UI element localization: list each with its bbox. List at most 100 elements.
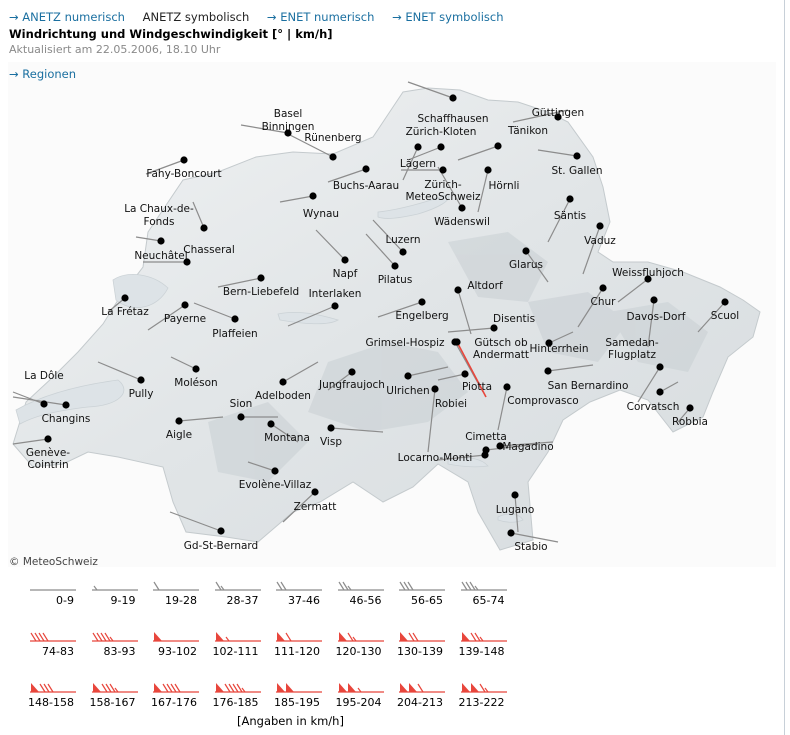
- legend-range-label: 65-74: [472, 594, 505, 607]
- legend-range-label: 102-111: [212, 645, 259, 658]
- legend-item-111-120: 111-120: [266, 629, 326, 669]
- station-dot-changins: [62, 401, 70, 409]
- station-label-hinterrhein: Hinterrhein: [530, 343, 589, 355]
- station-dot-hornli: [484, 166, 492, 174]
- station-dot-disentis: [490, 324, 498, 332]
- legend-range-label: 37-46: [288, 594, 320, 607]
- station-dot-interlaken: [331, 302, 339, 310]
- update-timestamp: Aktualisiert am 22.05.2006, 18.10 Uhr: [9, 43, 221, 56]
- legend-item-148-158: 148-158: [20, 680, 80, 720]
- regions-link[interactable]: → Regionen: [9, 67, 76, 81]
- station-label-altdorf: Altdorf: [467, 280, 503, 292]
- station-dot-adelboden: [279, 378, 287, 386]
- station-dot-piotta: [461, 370, 469, 378]
- station-label-la-chaux-de-fonds: La Chaux-de-: [124, 203, 194, 215]
- station-dot-evolene-villaz: [271, 467, 279, 475]
- station-label-basel-binningen: Basel: [274, 108, 303, 120]
- tab-navigation: → ANETZ numerisch ANETZ symbolisch → ENE…: [9, 10, 518, 24]
- legend-range-label: 9-19: [110, 594, 136, 607]
- station-dot-engelberg: [418, 298, 426, 306]
- station-label-jungfraujoch: Jungfraujoch: [318, 379, 385, 391]
- station-label-zermatt: Zermatt: [294, 501, 337, 513]
- switzerland-map-svg: Güttingen Schaffhausen RünenbergBaselBinni…: [12, 81, 761, 553]
- legend-range-label: 111-120: [274, 645, 320, 658]
- link-anetz-numerisch[interactable]: → ANETZ numerisch: [9, 10, 125, 24]
- tab-anetz-symbolisch-current: ANETZ symbolisch: [142, 10, 250, 24]
- legend-range-label: 185-195: [274, 696, 320, 709]
- station-label-grimsel-hospiz: Grimsel-Hospiz: [365, 337, 445, 349]
- station-label-robbia: Robbia: [672, 416, 708, 428]
- station-dot-comprovasco: [503, 383, 511, 391]
- station-dot-wadenswil: [458, 204, 466, 212]
- station-dot-tanikon: [494, 142, 502, 150]
- legend-unit-note: [Angaben in km/h]: [237, 714, 344, 728]
- legend-range-label: 213-222: [458, 696, 505, 709]
- legend-item-56-65: 56-65: [389, 578, 449, 618]
- station-label-la-chaux-de-fonds: Fonds: [144, 216, 175, 228]
- station-dot-altdorf: [454, 286, 462, 294]
- station-dot-corvatsch: [656, 388, 664, 396]
- station-label-luzern: Luzern: [385, 234, 420, 246]
- station-dot-bern-liebefeld: [257, 274, 265, 282]
- station-label-disentis: Disentis: [493, 313, 535, 325]
- station-label-la-fretaz: La Frétaz: [101, 306, 149, 318]
- legend-item-37-46: 37-46: [266, 578, 326, 618]
- station-label-tanikon: Tänikon: [507, 125, 548, 137]
- station-dot-schaffhausen: [449, 94, 457, 102]
- station-dot-aigle: [175, 417, 183, 425]
- legend-range-label: 46-56: [349, 594, 382, 607]
- station-dot-luzern: [399, 248, 407, 256]
- legend-range-label: 130-139: [397, 645, 443, 658]
- link-enet-numerisch[interactable]: → ENET numerisch: [267, 10, 375, 24]
- legend-range-label: 176-185: [212, 696, 259, 709]
- station-label-geneve-cointrin: Genève-: [26, 447, 70, 459]
- station-dot-la-chaux-de-fonds: [200, 224, 208, 232]
- station-label-piotta: Piotta: [462, 381, 492, 393]
- station-label-guttingen: Güttingen: [532, 107, 584, 119]
- legend-range-label: 120-130: [335, 645, 382, 658]
- link-enet-symbolisch[interactable]: → ENET symbolisch: [392, 10, 503, 24]
- station-dot-buchs-aarau: [362, 165, 370, 173]
- station-dot-san-bernardino: [544, 367, 552, 375]
- station-label-aigle: Aigle: [166, 429, 192, 441]
- legend-range-label: 167-176: [151, 696, 197, 709]
- station-label-gd-st-bernard: Gd-St-Bernard: [184, 540, 258, 552]
- station-dot-lugano: [511, 491, 519, 499]
- station-label-geneve-cointrin: Cointrin: [27, 459, 68, 471]
- station-dot-ulrichen: [404, 372, 412, 380]
- station-dot-wynau: [309, 192, 317, 200]
- station-dot-fahy-boncourt: [180, 156, 188, 164]
- station-label-sion: Sion: [230, 398, 253, 410]
- legend-item-0-9: 0-9: [20, 578, 80, 618]
- station-dot-plaffeien: [231, 315, 239, 323]
- page-title: Windrichtung und Windgeschwindigkeit [° …: [9, 27, 333, 41]
- station-label-montana: Montana: [264, 432, 310, 444]
- legend-item-9-19: 9-19: [82, 578, 142, 618]
- legend-item-46-56: 46-56: [328, 578, 388, 618]
- station-label-weissfluhjoch: Weissfluhjoch: [612, 267, 684, 279]
- legend-range-label: 83-93: [103, 645, 136, 658]
- station-dot-la-dole: [40, 400, 48, 408]
- station-dot-scuol: [721, 298, 729, 306]
- station-dot-la-fretaz: [121, 294, 129, 302]
- station-dot-zermatt: [311, 488, 319, 496]
- station-dot-zurich-meteoschweiz: [439, 166, 447, 174]
- station-label-bern-liebefeld: Bern-Liebefeld: [223, 286, 299, 298]
- station-dot-lagern: [414, 143, 422, 151]
- station-label-changins: Changins: [42, 413, 91, 425]
- legend-item-130-139: 130-139: [389, 629, 449, 669]
- station-label-ulrichen: Ulrichen: [386, 385, 429, 397]
- station-label-evolene-villaz: Evolène-Villaz: [239, 479, 312, 491]
- legend-range-label: 148-158: [28, 696, 74, 709]
- station-label-runenberg: Rünenberg: [304, 132, 361, 144]
- station-dot-napf: [341, 256, 349, 264]
- legend-range-label: 19-28: [165, 594, 197, 607]
- legend-item-139-148: 139-148: [451, 629, 511, 669]
- legend-item-120-130: 120-130: [328, 629, 388, 669]
- station-dot-montana: [267, 420, 275, 428]
- station-label-glarus: Glarus: [509, 259, 543, 271]
- station-dot-geneve-cointrin: [44, 435, 52, 443]
- legend-item-83-93: 83-93: [82, 629, 142, 669]
- station-dot-robbia: [686, 404, 694, 412]
- station-label-locarno-monti: Locarno-Monti: [398, 452, 473, 464]
